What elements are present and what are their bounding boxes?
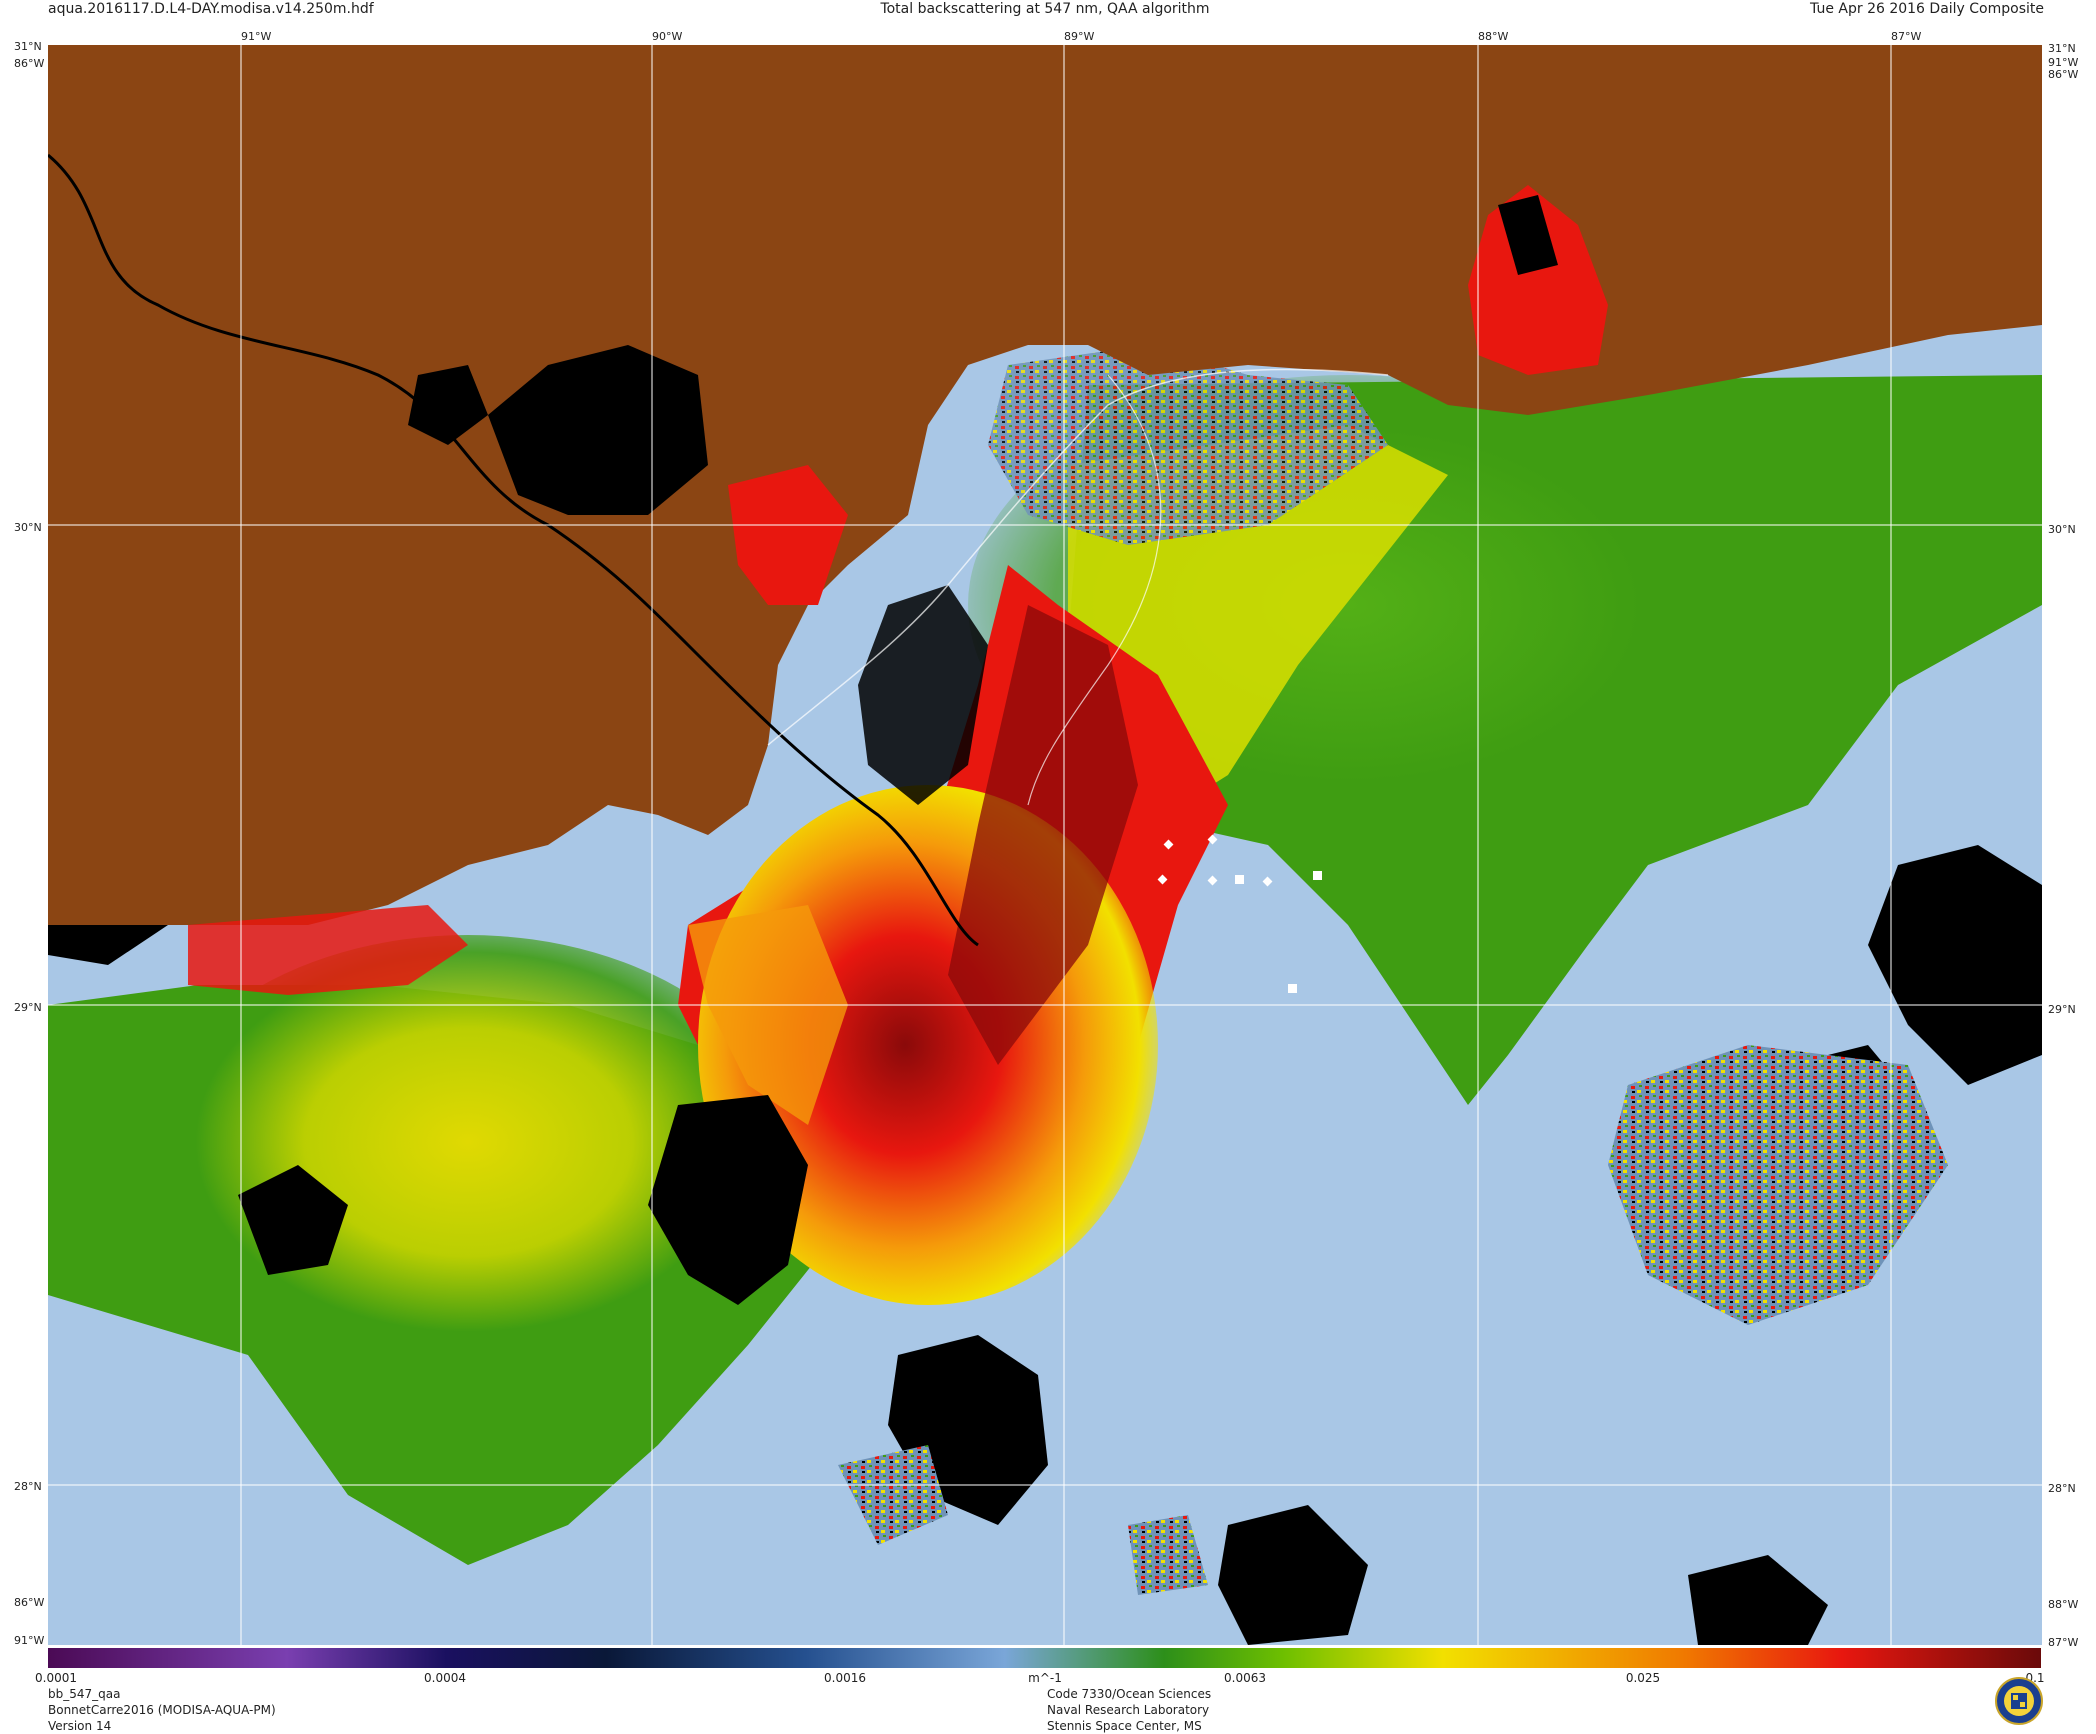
colorbar-tick-0.025: 0.025 (1625, 1671, 1661, 1685)
file-name: aqua.2016117.D.L4-DAY.modisa.v14.250m.hd… (48, 1, 374, 17)
lon-label-right-corner2: 86°W (2048, 68, 2079, 81)
colorbar-tick-0.0063: 0.0063 (1224, 1671, 1266, 1685)
campaign-name: BonnetCarre2016 (MODISA-AQUA-PM) (48, 1703, 276, 1717)
lat-label-left-31n: 31°N (14, 40, 42, 53)
map-title: Total backscattering at 547 nm, QAA algo… (880, 1, 1210, 17)
footer-left: bb_547_qaa BonnetCarre2016 (MODISA-AQUA-… (48, 1686, 276, 1734)
lon-label-left-corner: 86°W (14, 57, 45, 70)
lat-label-right-29n: 29°N (2048, 1003, 2076, 1016)
lat-label-right-30n: 30°N (2048, 523, 2076, 536)
colorbar-units: m^-1 (1028, 1671, 1062, 1685)
lon-label-87w: 87°W (1891, 30, 1922, 43)
lon-label-left-bottom2: 91°W (14, 1634, 45, 1647)
nrl-seal-icon (1995, 1677, 2043, 1725)
lat-label-left-30n: 30°N (14, 521, 42, 534)
colorbar (48, 1648, 2041, 1668)
backscatter-map (48, 45, 2042, 1645)
composite-date: Tue Apr 26 2016 Daily Composite (1810, 1, 2044, 17)
product-code: bb_547_qaa (48, 1687, 121, 1701)
lat-label-right-31n: 31°N (2048, 42, 2076, 55)
lat-label-right-28n: 28°N (2048, 1482, 2076, 1495)
lon-label-91w: 91°W (241, 30, 272, 43)
lon-label-90w: 90°W (652, 30, 683, 43)
lon-label-left-bottom: 86°W (14, 1596, 45, 1609)
org-name: Naval Research Laboratory (1047, 1703, 1210, 1717)
footer-center: Code 7330/Ocean Sciences Naval Research … (1047, 1686, 1211, 1734)
org-code: Code 7330/Ocean Sciences (1047, 1687, 1212, 1701)
colorbar-tick-0.0001: 0.0001 (35, 1671, 77, 1685)
lon-label-89w: 89°W (1064, 30, 1095, 43)
lon-label-right-bottom2: 87°W (2048, 1636, 2079, 1649)
colorbar-tick-0.0016: 0.0016 (824, 1671, 866, 1685)
lon-label-right-bottom: 88°W (2048, 1598, 2079, 1611)
colorbar-tick-0.0004: 0.0004 (424, 1671, 466, 1685)
lon-label-88w: 88°W (1478, 30, 1509, 43)
lat-label-left-29n: 29°N (14, 1001, 42, 1014)
lat-label-left-28n: 28°N (14, 1480, 42, 1493)
